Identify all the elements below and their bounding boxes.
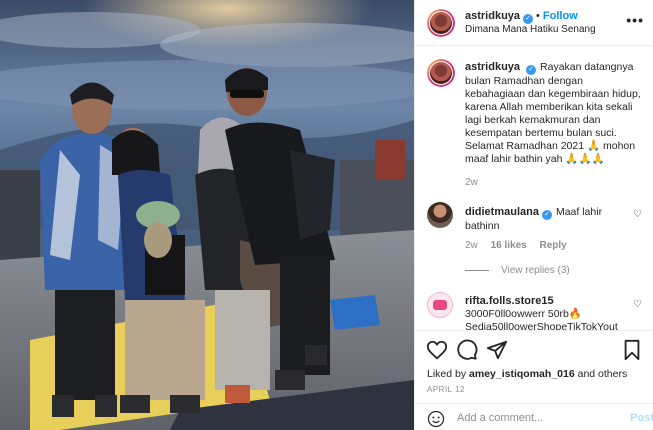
post-location[interactable]: Dimana Mana Hatiku Senang (465, 24, 596, 35)
verified-badge-icon: ✓ (526, 65, 537, 75)
verified-badge-icon: ✓ (523, 14, 534, 24)
post-image (0, 0, 414, 430)
comment-like-heart-icon[interactable]: ♡ (633, 209, 642, 220)
liked-by-suffix[interactable]: and others (578, 368, 628, 380)
more-options-icon[interactable]: ••• (626, 12, 644, 28)
view-replies-button[interactable]: View replies (3) (465, 265, 570, 276)
post-side-panel: astridkuya ✓ • Follow Dimana Mana Hatiku Se… (414, 0, 653, 430)
post-photo[interactable] (0, 0, 414, 430)
emoji-smiley-icon[interactable] (427, 410, 445, 428)
author-avatar[interactable] (427, 9, 455, 37)
comment-avatar[interactable] (427, 292, 453, 318)
comment-bubble-icon[interactable] (456, 339, 478, 361)
verified-badge-icon: ✓ (541, 210, 552, 220)
comment-username[interactable]: didietmaulana (465, 206, 539, 218)
comment-meta: 2w 16 likes Reply (465, 240, 567, 251)
comment-reply-button[interactable]: Reply (540, 240, 567, 251)
liked-by-prefix: Liked by (427, 368, 467, 380)
comment-username[interactable]: rifta.folls.store15 (465, 295, 554, 307)
view-replies-line (465, 269, 489, 271)
header-user-row: astridkuya ✓ • Follow (465, 8, 578, 24)
post-comment-button[interactable]: Post (630, 412, 653, 424)
comments-list[interactable]: astridkuya ✓ Rayakan datangnya bulan Ramad… (415, 47, 653, 330)
author-username[interactable]: astridkuya (465, 10, 520, 22)
post-actions: Liked by amey_istiqomah_016 and others A… (415, 330, 653, 430)
share-send-icon[interactable] (486, 339, 508, 361)
comment-like-heart-icon[interactable]: ♡ (633, 299, 642, 310)
liked-by-user[interactable]: amey_istiqomah_016 (469, 368, 575, 380)
save-bookmark-icon[interactable] (621, 339, 643, 361)
caption: astridkuya ✓ Rayakan datangnya bulan Ramad… (465, 61, 645, 189)
post-header: astridkuya ✓ • Follow Dimana Mana Hatiku Se… (415, 0, 653, 46)
comment-likes[interactable]: 16 likes (491, 240, 527, 251)
like-heart-icon[interactable] (426, 339, 448, 361)
caption-username[interactable]: astridkuya (465, 61, 520, 73)
comment-text: 3000F0ll0owwerr 50rb🔥 Sedia50ll0owerShop… (465, 308, 618, 330)
comment-avatar[interactable] (427, 202, 453, 228)
view-replies-label: View replies (3) (501, 265, 570, 276)
liked-by-line: Liked by amey_istiqomah_016 and others (427, 368, 627, 380)
comment-item: didietmaulana ✓ Maaf lahir bathinn (465, 206, 630, 233)
add-comment-bar: Add a comment... Post (415, 403, 653, 430)
caption-text: Rayakan datangnya bulan Ramadhan dengan … (465, 61, 641, 165)
add-comment-input[interactable]: Add a comment... (457, 412, 543, 424)
caption-time[interactable]: 2w (465, 176, 645, 189)
comment-item: rifta.folls.store15 3000F0ll0owwerr 50rb… (465, 295, 630, 330)
follow-button[interactable]: Follow (543, 10, 578, 22)
caption-avatar[interactable] (427, 59, 455, 87)
separator-dot: • (536, 10, 540, 22)
comment-time[interactable]: 2w (465, 240, 478, 251)
post-date[interactable]: APRIL 12 (427, 385, 465, 394)
